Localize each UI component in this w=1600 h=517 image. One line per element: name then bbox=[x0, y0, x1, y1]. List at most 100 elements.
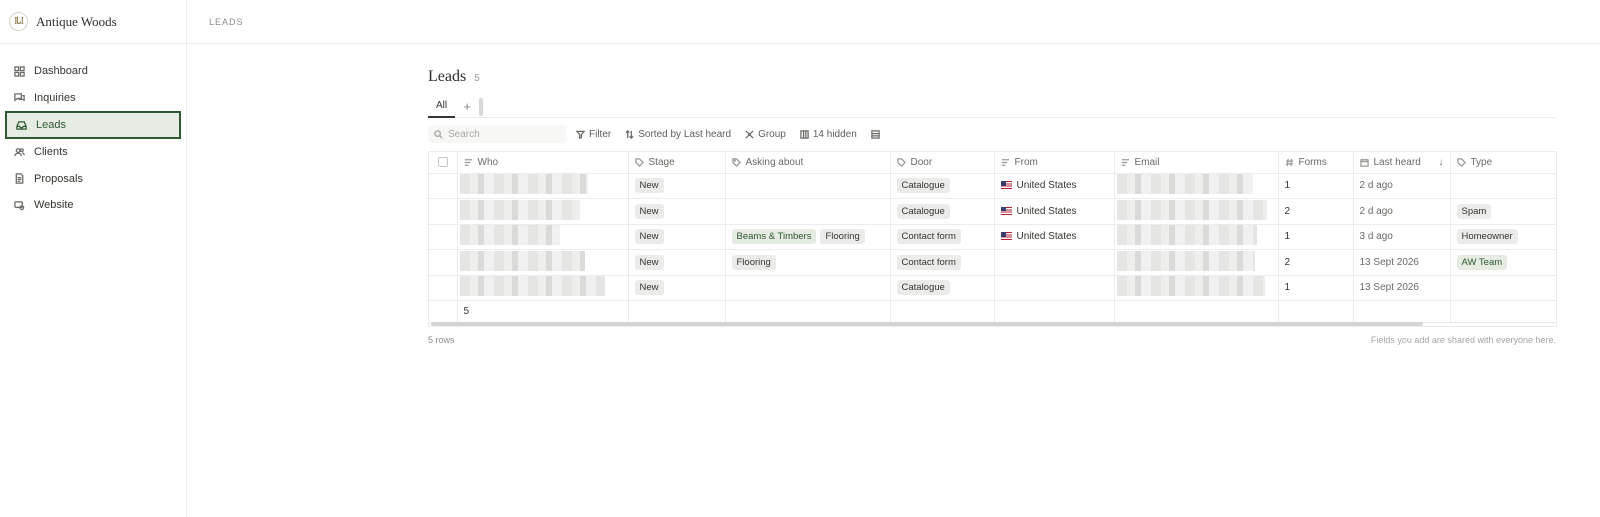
stage-cell[interactable]: New bbox=[628, 173, 726, 199]
who-cell-redacted[interactable] bbox=[457, 198, 629, 225]
sidebar-item-website[interactable]: Website bbox=[0, 192, 186, 219]
door-cell[interactable]: Contact form bbox=[890, 224, 995, 250]
column-header-last-heard[interactable]: Last heard ↓ bbox=[1353, 152, 1451, 174]
search-field[interactable]: Search bbox=[428, 125, 566, 143]
who-cell-redacted[interactable] bbox=[457, 173, 629, 199]
asking-about-cell[interactable]: Flooring bbox=[725, 249, 891, 276]
text-field-icon bbox=[464, 158, 472, 166]
sort-button[interactable]: Sorted by Last heard bbox=[625, 129, 731, 140]
sidebar-item-dashboard[interactable]: Dashboard bbox=[0, 58, 186, 85]
type-cell[interactable] bbox=[1450, 275, 1556, 301]
email-cell-redacted[interactable] bbox=[1114, 275, 1279, 301]
search-input[interactable]: Search bbox=[448, 129, 480, 140]
text-field-icon bbox=[1001, 158, 1009, 166]
column-header-forms[interactable]: Forms bbox=[1278, 152, 1354, 174]
table-row[interactable]: New Catalogue United States 1 2 d ago bbox=[429, 173, 1556, 199]
footer-cell bbox=[1114, 300, 1279, 323]
who-cell-redacted[interactable] bbox=[457, 224, 629, 250]
column-header-asking-about[interactable]: Asking about bbox=[725, 152, 891, 174]
footer-cell bbox=[628, 300, 726, 323]
view-drag-handle[interactable] bbox=[479, 97, 484, 116]
row-select-cell[interactable] bbox=[429, 249, 458, 276]
sidebar-item-clients[interactable]: Clients bbox=[0, 139, 186, 166]
stage-cell[interactable]: New bbox=[628, 275, 726, 301]
email-cell-redacted[interactable] bbox=[1114, 249, 1279, 276]
table-row[interactable]: New Catalogue 1 13 Sept 2026 bbox=[429, 275, 1556, 301]
forms-cell[interactable]: 1 bbox=[1278, 275, 1354, 301]
forms-cell[interactable]: 1 bbox=[1278, 173, 1354, 199]
type-cell[interactable] bbox=[1450, 173, 1556, 199]
forms-cell[interactable]: 2 bbox=[1278, 198, 1354, 225]
from-cell[interactable]: United States bbox=[994, 198, 1115, 225]
stage-cell[interactable]: New bbox=[628, 224, 726, 250]
door-cell[interactable]: Contact form bbox=[890, 249, 995, 276]
shared-fields-note: Fields you add are shared with everyone … bbox=[1370, 335, 1556, 345]
asking-about-cell[interactable] bbox=[725, 198, 891, 225]
sidebar-item-label: Leads bbox=[36, 119, 66, 131]
horizontal-scrollbar[interactable] bbox=[431, 322, 1423, 326]
column-header-from[interactable]: From bbox=[994, 152, 1115, 174]
from-cell[interactable]: United States bbox=[994, 173, 1115, 199]
type-cell[interactable]: Homeowner bbox=[1450, 224, 1556, 250]
row-select-cell[interactable] bbox=[429, 198, 458, 225]
asking-chip: Flooring bbox=[820, 229, 865, 245]
brand-header[interactable]: IᏓI Antique Woods bbox=[0, 0, 186, 44]
row-density-button[interactable] bbox=[871, 129, 880, 139]
email-cell-redacted[interactable] bbox=[1114, 173, 1279, 199]
type-chip: Spam bbox=[1456, 203, 1492, 219]
stage-cell[interactable]: New bbox=[628, 198, 726, 225]
sidebar-item-leads[interactable]: Leads bbox=[5, 111, 181, 139]
column-header-who[interactable]: Who bbox=[457, 152, 629, 174]
asking-about-cell[interactable] bbox=[725, 173, 891, 199]
sort-icon bbox=[625, 129, 634, 139]
door-cell[interactable]: Catalogue bbox=[890, 275, 995, 301]
hidden-fields-button[interactable]: 14 hidden bbox=[800, 129, 857, 140]
who-cell-redacted[interactable] bbox=[457, 249, 629, 276]
column-header-stage[interactable]: Stage bbox=[628, 152, 726, 174]
stage-cell[interactable]: New bbox=[628, 249, 726, 276]
group-button[interactable]: Group bbox=[745, 129, 786, 140]
row-select-cell[interactable] bbox=[429, 173, 458, 199]
column-header-email[interactable]: Email bbox=[1114, 152, 1279, 174]
footer-cell bbox=[890, 300, 995, 323]
column-header-door[interactable]: Door bbox=[890, 152, 995, 174]
from-cell[interactable] bbox=[994, 249, 1115, 276]
add-view-button[interactable]: + bbox=[461, 99, 473, 114]
type-cell[interactable]: Spam bbox=[1450, 198, 1556, 225]
door-cell[interactable]: Catalogue bbox=[890, 198, 995, 225]
asking-about-cell[interactable] bbox=[725, 275, 891, 301]
email-cell-redacted[interactable] bbox=[1114, 198, 1279, 225]
tab-all[interactable]: All bbox=[428, 96, 456, 118]
last-heard-cell[interactable]: 2 d ago bbox=[1353, 198, 1451, 225]
type-chip: AW Team bbox=[1456, 254, 1508, 270]
door-cell[interactable]: Catalogue bbox=[890, 173, 995, 199]
last-heard-cell[interactable]: 2 d ago bbox=[1353, 173, 1451, 199]
from-cell[interactable]: United States bbox=[994, 224, 1115, 250]
group-icon bbox=[745, 129, 754, 139]
row-select-cell[interactable] bbox=[429, 275, 458, 301]
last-heard-cell[interactable]: 13 Sept 2026 bbox=[1353, 249, 1451, 276]
table-footer-row: 5 bbox=[429, 300, 1556, 323]
forms-cell[interactable]: 2 bbox=[1278, 249, 1354, 276]
column-header-type[interactable]: Type bbox=[1450, 152, 1556, 174]
table-row[interactable]: New Catalogue United States 2 2 d ago Sp… bbox=[429, 198, 1556, 225]
select-all-checkbox[interactable] bbox=[437, 157, 448, 168]
forms-cell[interactable]: 1 bbox=[1278, 224, 1354, 250]
filter-button[interactable]: Filter bbox=[576, 129, 611, 140]
filter-label: Filter bbox=[589, 128, 612, 140]
from-cell[interactable] bbox=[994, 275, 1115, 301]
asking-about-cell[interactable]: Beams & Timbers Flooring bbox=[725, 224, 891, 250]
who-cell-redacted[interactable] bbox=[457, 275, 629, 301]
email-cell-redacted[interactable] bbox=[1114, 224, 1279, 250]
type-cell[interactable]: AW Team bbox=[1450, 249, 1556, 276]
table-row[interactable]: New Beams & Timbers Flooring Contact form… bbox=[429, 224, 1556, 250]
last-heard-cell[interactable]: 13 Sept 2026 bbox=[1353, 275, 1451, 301]
stage-chip: New bbox=[634, 229, 664, 245]
sidebar-item-proposals[interactable]: Proposals bbox=[0, 166, 186, 193]
table-row[interactable]: New Flooring Contact form 2 13 Sept 2026… bbox=[429, 249, 1556, 276]
sidebar-item-inquiries[interactable]: Inquiries bbox=[0, 85, 186, 112]
last-heard-cell[interactable]: 3 d ago bbox=[1353, 224, 1451, 250]
brand-name: Antique Woods bbox=[36, 13, 117, 29]
row-select-cell[interactable] bbox=[429, 224, 458, 250]
footer-cell bbox=[1278, 300, 1354, 323]
